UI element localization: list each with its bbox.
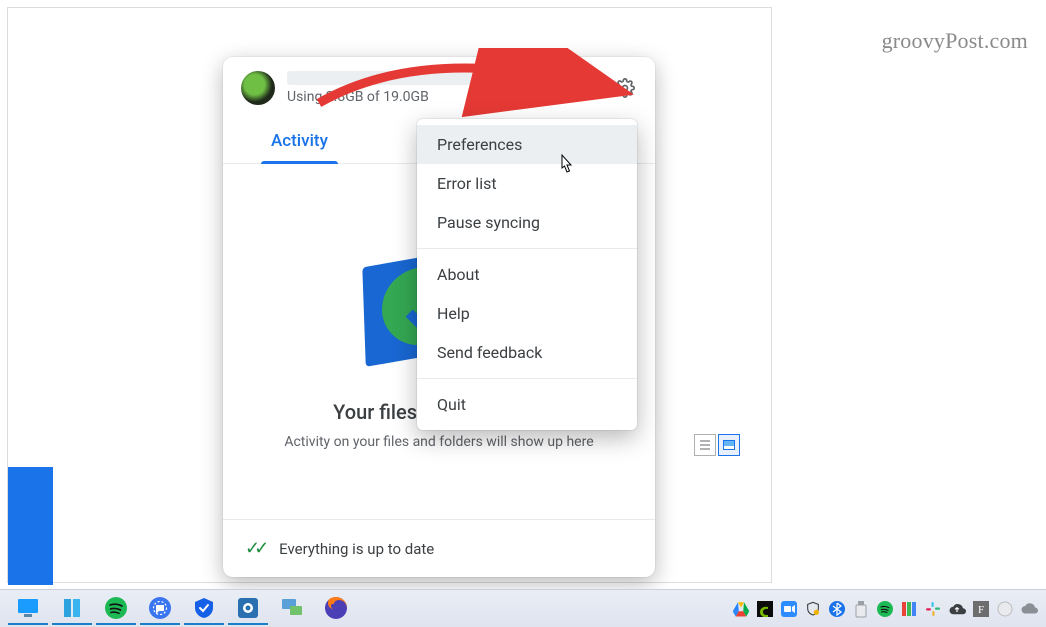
menu-quit[interactable]: Quit xyxy=(417,385,637,424)
menu-preferences[interactable]: Preferences xyxy=(417,125,637,164)
tray-nvidia-icon[interactable] xyxy=(756,600,774,618)
tray-f-icon[interactable]: F xyxy=(972,600,990,618)
tab-activity[interactable]: Activity xyxy=(243,119,356,163)
double-check-icon: ✓✓ xyxy=(245,538,263,559)
popup-footer: ✓✓ Everything is up to date xyxy=(223,519,655,577)
taskbar-app-remote[interactable] xyxy=(272,593,312,625)
taskbar-app-vpn[interactable] xyxy=(184,593,224,625)
menu-error-list[interactable]: Error list xyxy=(417,164,637,203)
avatar[interactable] xyxy=(241,71,275,105)
taskbar-app-servers[interactable] xyxy=(52,593,92,625)
annotation-arrow-icon xyxy=(314,48,634,118)
menu-send-feedback[interactable]: Send feedback xyxy=(417,333,637,372)
menu-separator xyxy=(417,378,637,379)
taskbar-app-firefox[interactable] xyxy=(316,593,356,625)
main-subtext: Activity on your files and folders will … xyxy=(284,434,593,450)
menu-pause-syncing[interactable]: Pause syncing xyxy=(417,203,637,242)
tray-slack-icon[interactable] xyxy=(924,600,942,618)
tray-cloud-icon[interactable] xyxy=(1020,600,1038,618)
tray-usb-icon[interactable] xyxy=(852,600,870,618)
tray-zoom-icon[interactable] xyxy=(780,600,798,618)
view-list-button[interactable] xyxy=(694,434,716,456)
tray-spotify-icon[interactable] xyxy=(876,600,894,618)
view-thumbnail-button[interactable] xyxy=(718,434,740,456)
menu-about[interactable]: About xyxy=(417,255,637,294)
taskbar: F xyxy=(0,589,1046,627)
taskbar-app-snagit[interactable] xyxy=(228,593,268,625)
watermark-text: groovyPost.com xyxy=(882,28,1028,54)
tray-drive-icon[interactable] xyxy=(732,600,750,618)
taskbar-app-desktop[interactable] xyxy=(8,593,48,625)
taskbar-left xyxy=(8,593,356,625)
taskbar-app-signal[interactable] xyxy=(140,593,180,625)
settings-menu: Preferences Error list Pause syncing Abo… xyxy=(417,119,637,430)
menu-help[interactable]: Help xyxy=(417,294,637,333)
footer-text: Everything is up to date xyxy=(279,540,434,558)
tray-bluetooth-icon[interactable] xyxy=(828,600,846,618)
view-toggle xyxy=(694,434,740,456)
tray-powertoys-icon[interactable] xyxy=(900,600,918,618)
pointer-cursor-icon xyxy=(556,153,576,177)
svg-text:F: F xyxy=(978,604,984,616)
menu-separator xyxy=(417,248,637,249)
blue-strip xyxy=(8,467,53,585)
taskbar-tray: F xyxy=(732,600,1038,618)
taskbar-app-spotify[interactable] xyxy=(96,593,136,625)
tray-circle-icon[interactable] xyxy=(996,600,1014,618)
tray-cloud-upload-icon[interactable] xyxy=(948,600,966,618)
tray-security-icon[interactable] xyxy=(804,600,822,618)
